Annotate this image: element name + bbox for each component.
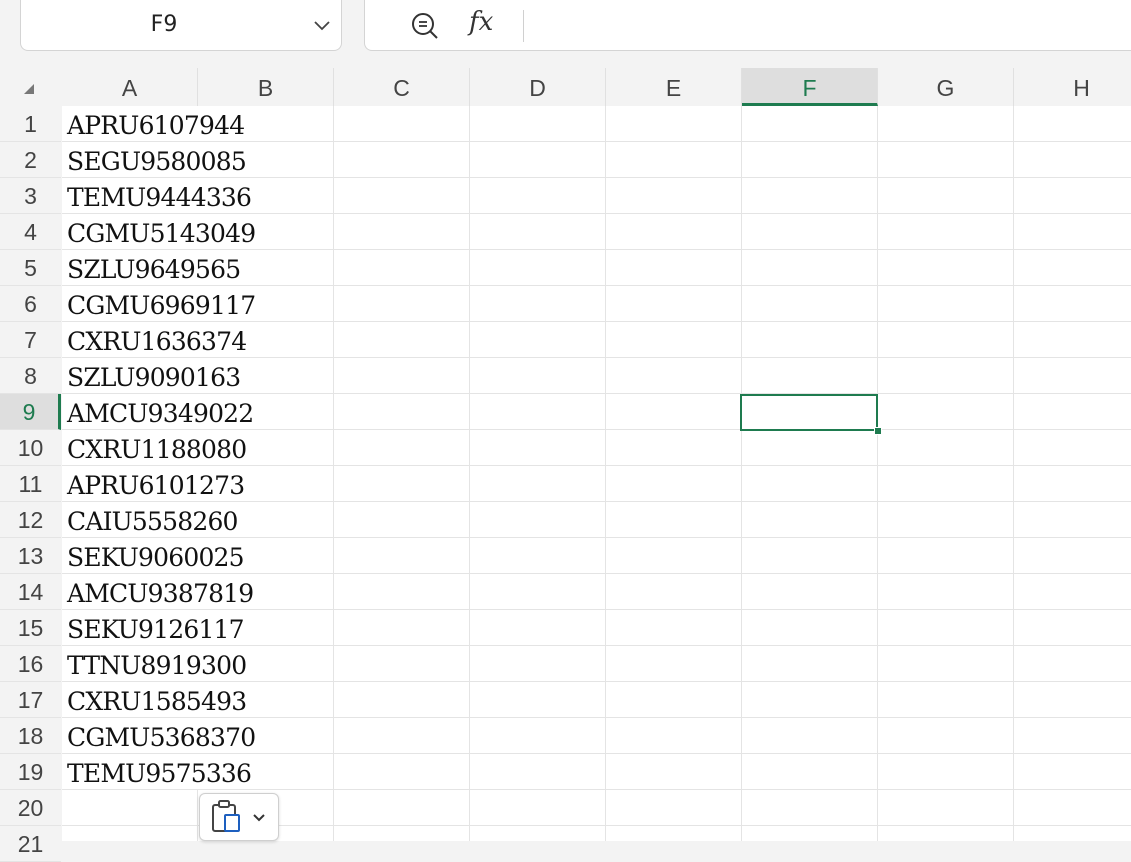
- cell-a5[interactable]: SZLU9649565: [67, 250, 241, 286]
- formula-divider: [523, 10, 524, 42]
- column-header-g[interactable]: G: [878, 68, 1014, 106]
- active-cell-f9[interactable]: [740, 394, 878, 431]
- cell-a19[interactable]: TEMU9575336: [67, 754, 252, 790]
- paste-options-icon: [212, 800, 265, 832]
- row-header-20[interactable]: 20: [0, 790, 61, 826]
- cell-a6[interactable]: CGMU6969117: [67, 286, 256, 322]
- row-header-10[interactable]: 10: [0, 430, 61, 466]
- column-header-f[interactable]: F: [742, 68, 878, 106]
- row-header-11[interactable]: 11: [0, 466, 61, 502]
- name-box[interactable]: F9: [20, 0, 342, 51]
- cell-a13[interactable]: SEKU9060025: [67, 538, 245, 574]
- row-header-16[interactable]: 16: [0, 646, 61, 682]
- row-header-8[interactable]: 8: [0, 358, 61, 394]
- cell-a1[interactable]: APRU6107944: [67, 106, 245, 142]
- select-all-button[interactable]: [0, 68, 62, 106]
- row-header-17[interactable]: 17: [0, 682, 61, 718]
- row-header-2[interactable]: 2: [0, 142, 61, 178]
- cell-a14[interactable]: AMCU9387819: [67, 574, 254, 610]
- name-box-value: F9: [150, 12, 178, 37]
- zoom-out-icon[interactable]: [409, 10, 441, 42]
- column-gridline: [741, 106, 742, 841]
- row-header-18[interactable]: 18: [0, 718, 61, 754]
- cell-area[interactable]: APRU6107944 SEGU9580085 TEMU9444336 CGMU514…: [62, 106, 1131, 841]
- row-header-12[interactable]: 12: [0, 502, 61, 538]
- formula-bar-area: F9 fx: [0, 0, 1131, 68]
- cell-a4[interactable]: CGMU5143049: [67, 214, 256, 250]
- paste-options-button[interactable]: [199, 793, 279, 841]
- row-header-15[interactable]: 15: [0, 610, 61, 646]
- column-gridline: [1013, 106, 1014, 841]
- formula-bar[interactable]: fx: [364, 0, 1131, 51]
- row-header-7[interactable]: 7: [0, 322, 61, 358]
- column-header-d[interactable]: D: [470, 68, 606, 106]
- cell-a18[interactable]: CGMU5368370: [67, 718, 256, 754]
- cell-a17[interactable]: CXRU1585493: [67, 682, 247, 718]
- column-header-a[interactable]: A: [62, 68, 198, 106]
- cell-a11[interactable]: APRU6101273: [67, 466, 245, 502]
- column-header-h[interactable]: H: [1014, 68, 1131, 106]
- cell-a8[interactable]: SZLU9090163: [67, 358, 241, 394]
- row-header-6[interactable]: 6: [0, 286, 61, 322]
- row-header-21[interactable]: 21: [0, 826, 61, 862]
- cell-a2[interactable]: SEGU9580085: [67, 142, 247, 178]
- column-gridline: [469, 106, 470, 841]
- row-header-4[interactable]: 4: [0, 214, 61, 250]
- row-header-9[interactable]: 9: [0, 394, 61, 430]
- row-header-1[interactable]: 1: [0, 106, 61, 142]
- cell-a12[interactable]: CAIU5558260: [67, 502, 238, 538]
- cell-a15[interactable]: SEKU9126117: [67, 610, 245, 646]
- column-header-b[interactable]: B: [198, 68, 334, 106]
- chevron-down-icon[interactable]: [311, 14, 333, 36]
- cell-a16[interactable]: TTNU8919300: [67, 646, 247, 682]
- column-gridline: [333, 106, 334, 841]
- row-header-5[interactable]: 5: [0, 250, 61, 286]
- row-headers: 1 2 3 4 5 6 7 8 9 10 11 12 13 14 15 16 17 18 19 20 21: [0, 106, 62, 862]
- cell-a9[interactable]: AMCU9349022: [67, 394, 254, 430]
- column-gridline: [197, 790, 198, 841]
- column-header-e[interactable]: E: [606, 68, 742, 106]
- column-gridline: [877, 106, 878, 841]
- select-all-triangle-icon: [24, 84, 34, 94]
- cell-a3[interactable]: TEMU9444336: [67, 178, 252, 214]
- cell-a10[interactable]: CXRU1188080: [67, 430, 247, 466]
- spreadsheet-grid: A B C D E F G H 1 2 3 4 5 6 7 8 9 10 11 12 13 14 15 16 1…: [0, 68, 1131, 862]
- column-headers: A B C D E F G H: [0, 68, 1131, 106]
- row-header-19[interactable]: 19: [0, 754, 61, 790]
- row-header-13[interactable]: 13: [0, 538, 61, 574]
- column-gridline: [605, 106, 606, 841]
- fill-handle[interactable]: [874, 427, 882, 435]
- row-header-3[interactable]: 3: [0, 178, 61, 214]
- cell-a7[interactable]: CXRU1636374: [67, 322, 247, 358]
- row-header-14[interactable]: 14: [0, 574, 61, 610]
- column-header-c[interactable]: C: [334, 68, 470, 106]
- insert-function-icon[interactable]: fx: [469, 7, 493, 37]
